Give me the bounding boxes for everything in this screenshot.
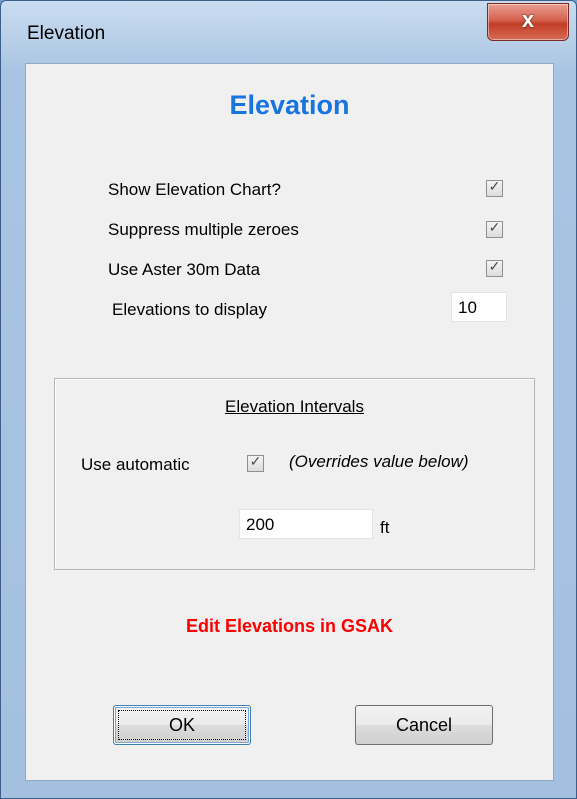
interval-value-input[interactable]: 200 bbox=[239, 509, 373, 539]
ok-button[interactable]: OK bbox=[113, 705, 251, 745]
elevation-dialog: Elevation x Elevation Show Elevation Cha… bbox=[0, 0, 577, 799]
elevation-intervals-group: Elevation Intervals Use automatic ✓ (Ove… bbox=[54, 378, 535, 570]
interval-unit-label: ft bbox=[380, 518, 390, 537]
overrides-hint: (Overrides value below) bbox=[289, 452, 469, 471]
page-title: Elevation bbox=[229, 90, 350, 120]
suppress-zeroes-checkbox[interactable]: ✓ bbox=[486, 219, 503, 238]
use-aster-checkbox[interactable]: ✓ bbox=[486, 258, 503, 277]
cancel-button[interactable]: Cancel bbox=[355, 705, 493, 745]
check-icon: ✓ bbox=[488, 258, 501, 274]
show-elevation-chart-checkbox[interactable]: ✓ bbox=[486, 178, 503, 197]
elevations-to-display-input[interactable]: 10 bbox=[451, 292, 507, 322]
focus-rectangle bbox=[118, 710, 246, 740]
dialog-client-area: Elevation Show Elevation Chart? ✓ Suppre… bbox=[25, 63, 554, 781]
use-automatic-checkbox[interactable]: ✓ bbox=[247, 453, 264, 472]
cancel-button-label: Cancel bbox=[395, 715, 453, 735]
show-elevation-chart-label: Show Elevation Chart? bbox=[108, 180, 281, 199]
elevations-to-display-label: Elevations to display bbox=[112, 300, 267, 319]
close-button[interactable]: x bbox=[487, 3, 569, 41]
check-icon: ✓ bbox=[488, 178, 501, 194]
suppress-zeroes-label: Suppress multiple zeroes bbox=[108, 220, 299, 239]
check-icon: ✓ bbox=[249, 453, 262, 469]
title-bar[interactable]: Elevation x bbox=[1, 1, 576, 63]
close-icon: x bbox=[521, 7, 535, 32]
check-icon: ✓ bbox=[488, 219, 501, 235]
use-automatic-label: Use automatic bbox=[81, 455, 190, 474]
edit-elevations-gsak-link[interactable]: Edit Elevations in GSAK bbox=[26, 616, 553, 637]
window-title: Elevation bbox=[27, 23, 106, 44]
use-aster-label: Use Aster 30m Data bbox=[108, 260, 261, 279]
elevation-intervals-title: Elevation Intervals bbox=[225, 397, 364, 416]
